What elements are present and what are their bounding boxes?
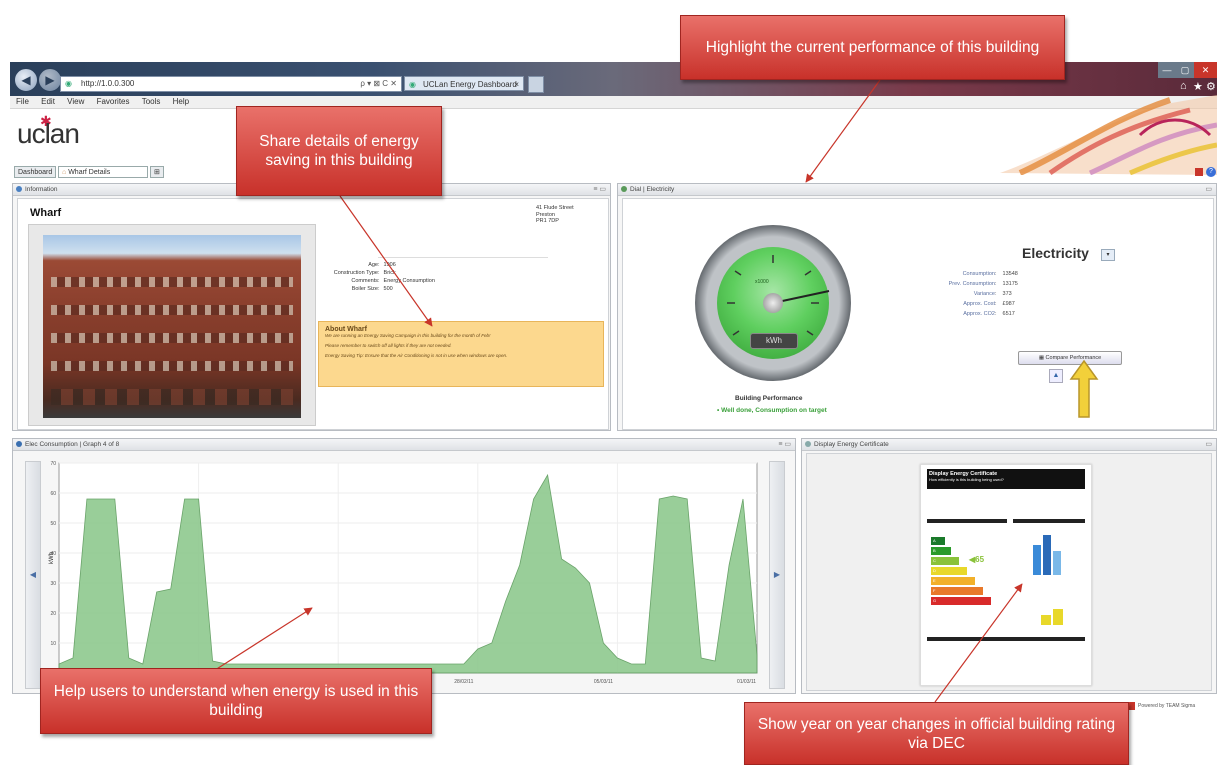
callout-usage: Help users to understand when energy is … <box>40 668 432 734</box>
callout-arrow <box>339 195 433 327</box>
callout-dec: Show year on year changes in official bu… <box>744 702 1129 765</box>
callout-energy-saving: Share details of energy saving in this b… <box>236 106 442 196</box>
callout-arrow <box>805 79 881 183</box>
callout-arrow <box>934 583 1023 703</box>
callout-performance: Highlight the current performance of thi… <box>680 15 1065 80</box>
callout-arrow <box>211 607 313 673</box>
annotation-arrows <box>211 79 1023 703</box>
